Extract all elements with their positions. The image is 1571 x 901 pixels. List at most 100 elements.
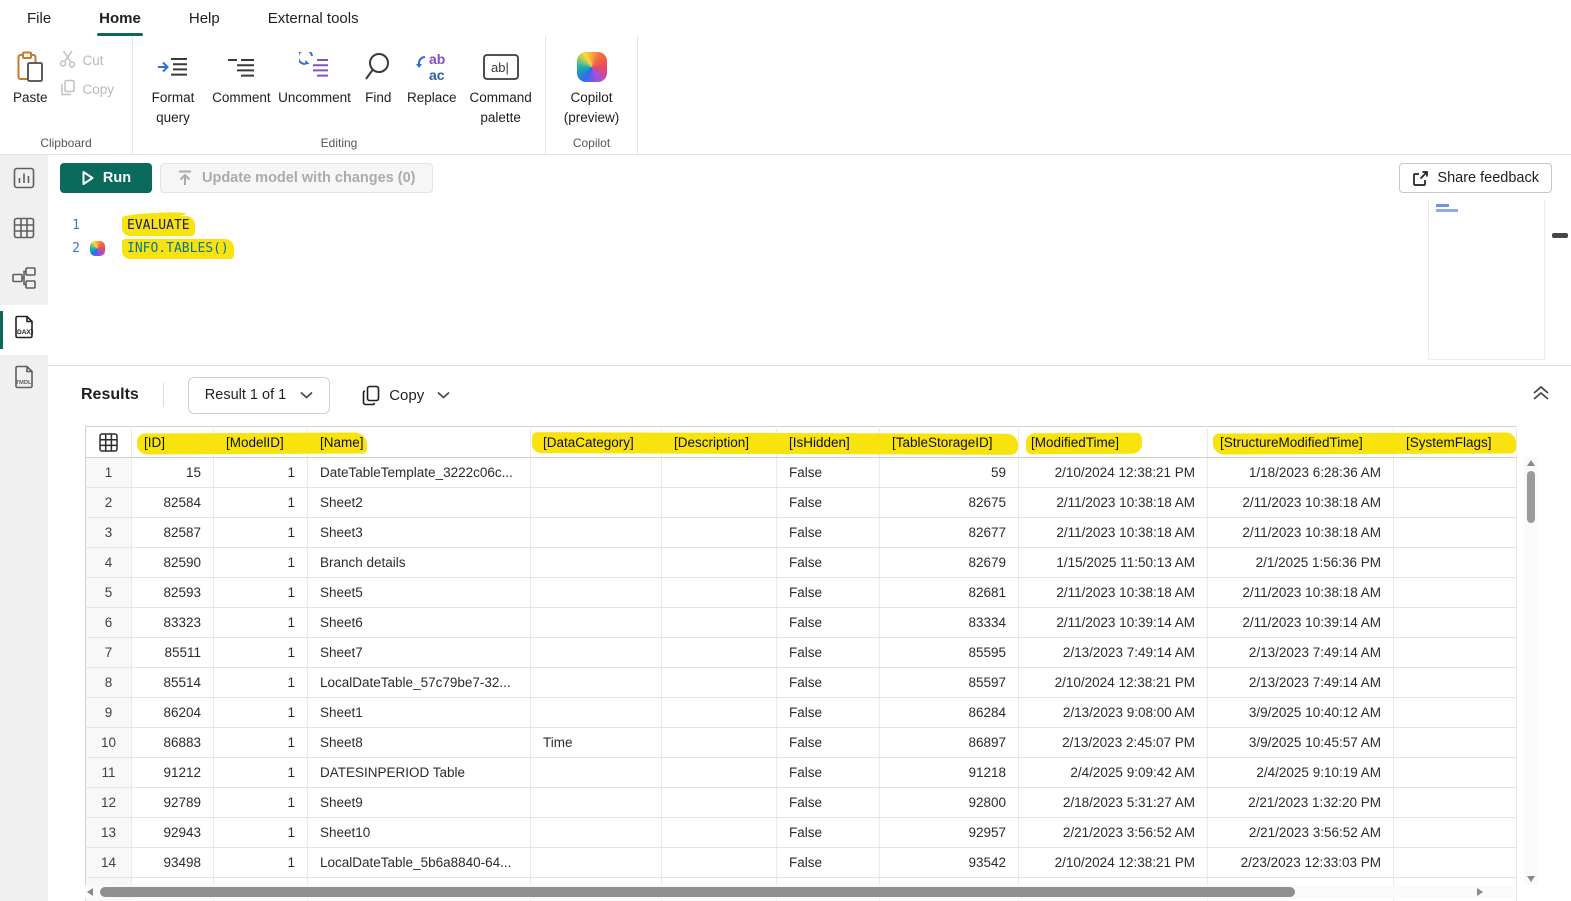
cell[interactable]: 2/11/2023 10:38:18 AM <box>1208 488 1394 518</box>
table-row[interactable]: 7855111Sheet7False855952/13/2023 7:49:14… <box>86 638 1517 668</box>
cell[interactable] <box>531 638 662 668</box>
column-header[interactable]: [ModifiedTime] <box>1019 427 1208 458</box>
cut-button[interactable]: Cut <box>59 50 115 71</box>
row-number[interactable]: 6 <box>86 608 132 638</box>
table-row[interactable]: 9862041Sheet1False862842/13/2023 9:08:00… <box>86 698 1517 728</box>
cell[interactable] <box>531 518 662 548</box>
column-header[interactable]: [StructureModifiedTime] <box>1208 427 1394 458</box>
cell[interactable] <box>662 848 777 878</box>
table-header-row[interactable]: [ID][ModelID][Name][DataCategory][Descri… <box>86 427 1517 458</box>
cell[interactable] <box>531 578 662 608</box>
cell[interactable]: 93498 <box>132 848 214 878</box>
cell[interactable]: False <box>777 758 880 788</box>
row-number[interactable]: 14 <box>86 848 132 878</box>
row-number[interactable]: 13 <box>86 818 132 848</box>
column-header[interactable]: [ID] <box>132 427 214 458</box>
cell[interactable]: 91212 <box>132 758 214 788</box>
cell[interactable]: False <box>777 728 880 758</box>
cell[interactable]: DateTableTemplate_3222c06c... <box>308 458 531 488</box>
table-row[interactable]: 5825931Sheet5False826812/11/2023 10:38:1… <box>86 578 1517 608</box>
share-feedback-button[interactable]: Share feedback <box>1399 163 1552 193</box>
cell[interactable]: 93542 <box>880 848 1019 878</box>
cell[interactable]: 2/13/2023 7:49:14 AM <box>1208 668 1394 698</box>
cell[interactable]: 82584 <box>132 488 214 518</box>
row-number[interactable]: 8 <box>86 668 132 698</box>
column-header[interactable]: [Description] <box>662 427 777 458</box>
cell[interactable]: 2/10/2024 12:38:21 PM <box>1019 458 1208 488</box>
cell[interactable]: 85595 <box>880 638 1019 668</box>
cell[interactable]: 2/21/2023 1:32:20 PM <box>1208 788 1394 818</box>
menu-file[interactable]: File <box>25 4 53 33</box>
row-number[interactable]: 7 <box>86 638 132 668</box>
column-header[interactable]: [DataCategory] <box>531 427 662 458</box>
cell[interactable]: Sheet9 <box>308 788 531 818</box>
menu-help[interactable]: Help <box>187 4 222 33</box>
cell[interactable] <box>531 608 662 638</box>
cell[interactable]: 92943 <box>132 818 214 848</box>
sidebar-item-model-view[interactable] <box>0 255 48 305</box>
copilot-gutter-icon[interactable] <box>90 241 105 256</box>
cell[interactable]: 82593 <box>132 578 214 608</box>
table-row[interactable]: 4825901Branch detailsFalse826791/15/2025… <box>86 548 1517 578</box>
cell[interactable] <box>1394 848 1517 878</box>
cell[interactable]: False <box>777 578 880 608</box>
cell[interactable]: 2/11/2023 10:38:18 AM <box>1019 518 1208 548</box>
table-row[interactable]: 3825871Sheet3False826772/11/2023 10:38:1… <box>86 518 1517 548</box>
copilot-button[interactable]: Copilot (preview) <box>556 40 628 129</box>
table-row[interactable]: 1151DateTableTemplate_3222c06c...False59… <box>86 458 1517 488</box>
cell[interactable]: 86897 <box>880 728 1019 758</box>
cell[interactable]: False <box>777 698 880 728</box>
cell[interactable]: 2/11/2023 10:38:18 AM <box>1208 518 1394 548</box>
cell[interactable]: 1 <box>214 698 308 728</box>
table-row[interactable]: 14934981LocalDateTable_5b6a8840-64...Fal… <box>86 848 1517 878</box>
cell[interactable] <box>1394 458 1517 488</box>
cell[interactable]: 92957 <box>880 818 1019 848</box>
cell[interactable]: 85597 <box>880 668 1019 698</box>
column-header[interactable]: [SystemFlags] <box>1394 427 1517 458</box>
code-line-1[interactable]: 1 EVALUATE <box>48 214 195 236</box>
row-number[interactable]: 12 <box>86 788 132 818</box>
cell[interactable]: 1 <box>214 638 308 668</box>
cell[interactable]: 1 <box>214 818 308 848</box>
replace-button[interactable]: ab ac Replace <box>403 40 460 110</box>
cell[interactable] <box>531 668 662 698</box>
cell[interactable]: 2/18/2023 5:31:27 AM <box>1019 788 1208 818</box>
cell[interactable]: Sheet3 <box>308 518 531 548</box>
cell[interactable]: 82679 <box>880 548 1019 578</box>
cell[interactable]: 2/11/2023 10:39:14 AM <box>1019 608 1208 638</box>
cell[interactable] <box>531 548 662 578</box>
cell[interactable] <box>531 818 662 848</box>
scroll-up-arrow[interactable] <box>1527 460 1535 466</box>
cell[interactable]: 3/9/2025 10:45:57 AM <box>1208 728 1394 758</box>
editor-scroll-indicator[interactable] <box>1552 233 1568 238</box>
cell[interactable] <box>1394 638 1517 668</box>
table-row[interactable]: 10868831Sheet8TimeFalse868972/13/2023 2:… <box>86 728 1517 758</box>
cell[interactable] <box>1394 548 1517 578</box>
cell[interactable] <box>1394 488 1517 518</box>
cell[interactable]: 2/4/2025 9:09:42 AM <box>1019 758 1208 788</box>
scroll-down-arrow[interactable] <box>1527 876 1535 882</box>
cell[interactable]: False <box>777 608 880 638</box>
cell[interactable]: 92789 <box>132 788 214 818</box>
table-row[interactable]: 2825841Sheet2False826752/11/2023 10:38:1… <box>86 488 1517 518</box>
cell[interactable]: 1 <box>214 728 308 758</box>
cell[interactable]: 86204 <box>132 698 214 728</box>
cell[interactable]: Sheet6 <box>308 608 531 638</box>
cell[interactable]: 86284 <box>880 698 1019 728</box>
cell[interactable]: Sheet10 <box>308 818 531 848</box>
row-number[interactable]: 10 <box>86 728 132 758</box>
vertical-scrollbar[interactable] <box>1524 457 1538 885</box>
table-row[interactable]: 6833231Sheet6False833342/11/2023 10:39:1… <box>86 608 1517 638</box>
format-query-button[interactable]: Format query <box>139 40 207 129</box>
cell[interactable] <box>1394 818 1517 848</box>
cell[interactable]: False <box>777 488 880 518</box>
results-table[interactable]: [ID][ModelID][Name][DataCategory][Descri… <box>85 426 1517 901</box>
scroll-left-arrow[interactable] <box>87 888 93 896</box>
cell[interactable]: 1 <box>214 758 308 788</box>
row-number[interactable]: 4 <box>86 548 132 578</box>
cell[interactable] <box>531 788 662 818</box>
cell[interactable] <box>1394 728 1517 758</box>
table-row[interactable]: 13929431Sheet10False929572/21/2023 3:56:… <box>86 818 1517 848</box>
cell[interactable]: False <box>777 518 880 548</box>
row-number[interactable]: 3 <box>86 518 132 548</box>
